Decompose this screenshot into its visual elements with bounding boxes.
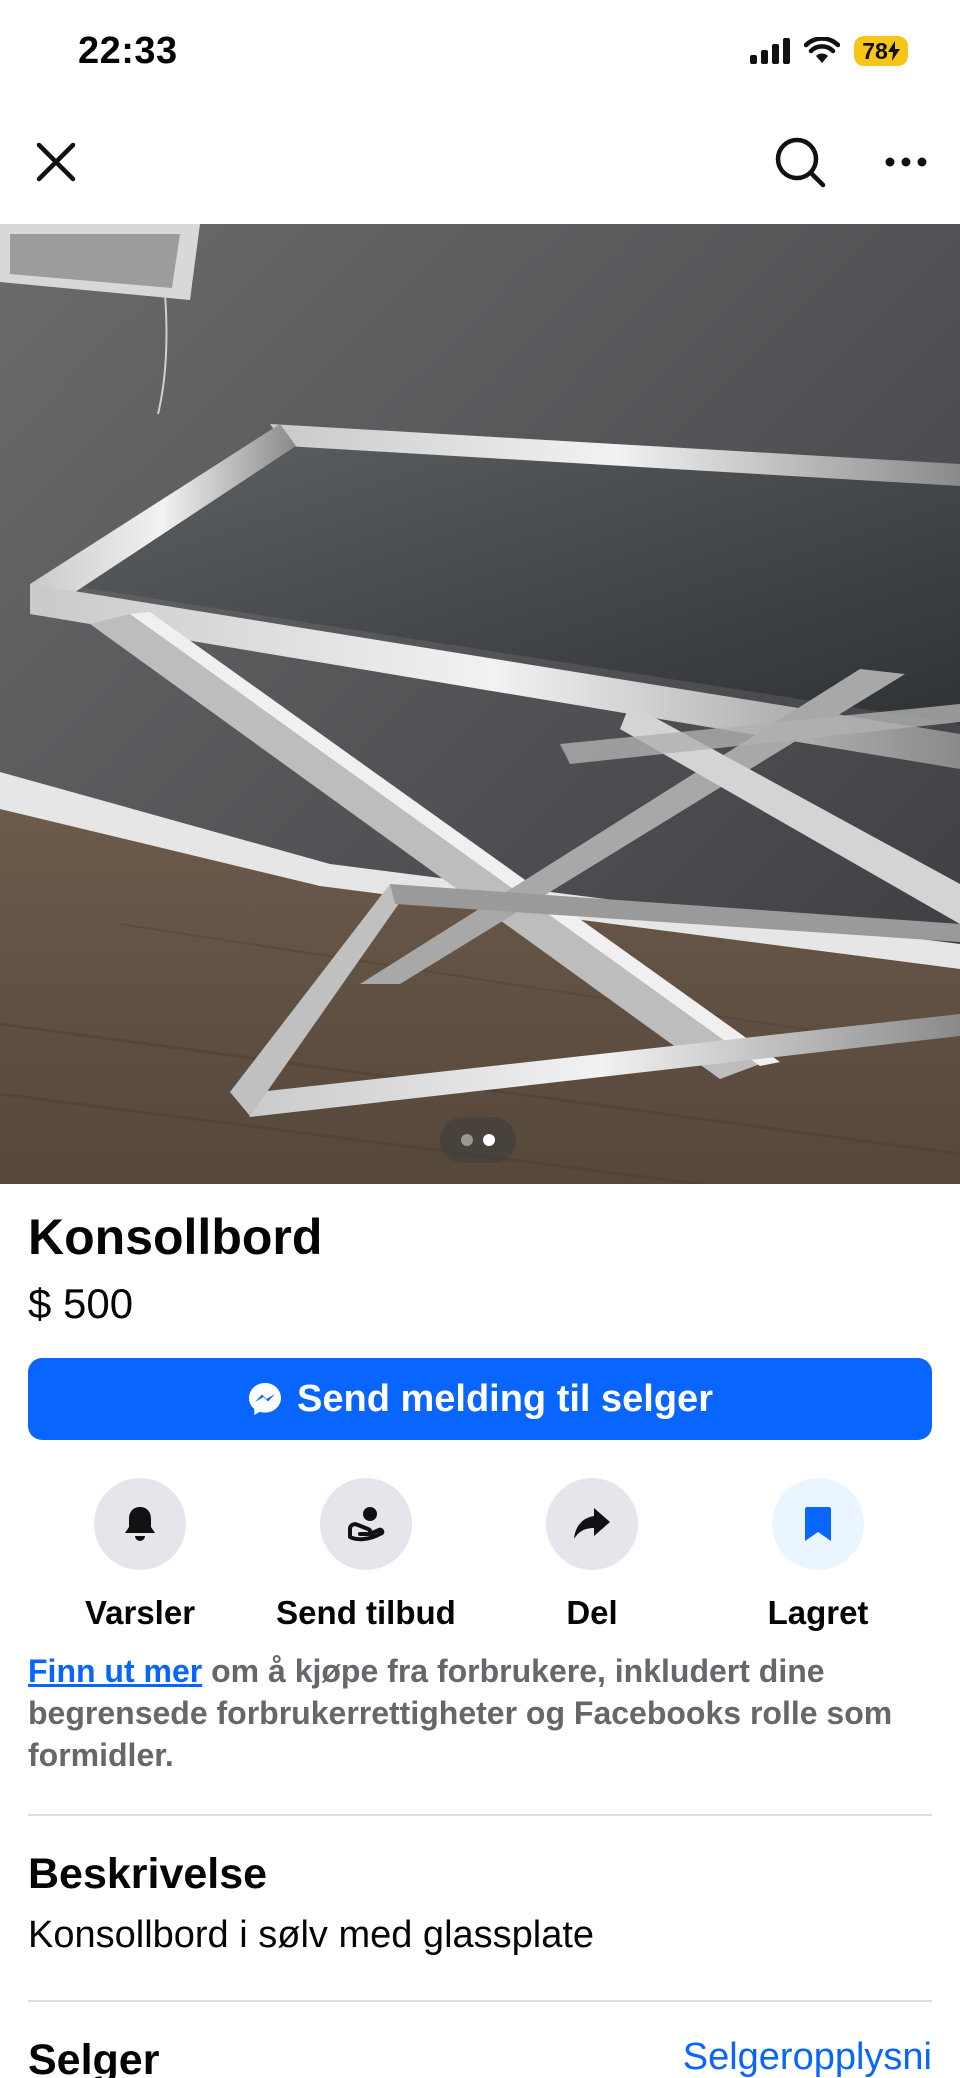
share-circle [546, 1478, 638, 1570]
saved-label: Lagret [767, 1594, 869, 1631]
description-heading: Beskrivelse [28, 1850, 268, 1898]
consumer-info-text: Finn ut mer om å kjøpe fra forbrukere, i… [28, 1650, 928, 1776]
battery-level: 78 [862, 37, 888, 64]
pager-dot [461, 1134, 473, 1146]
divider [28, 1814, 932, 1816]
alerts-button[interactable]: Varsler [30, 1478, 250, 1632]
offer-hand-icon [348, 1507, 385, 1542]
divider [28, 2000, 932, 2002]
wifi-icon [804, 37, 840, 63]
share-button[interactable]: Del [482, 1478, 702, 1632]
alerts-circle [94, 1478, 186, 1570]
battery-indicator: 78 [854, 36, 908, 66]
saved-button[interactable]: Lagret [708, 1478, 928, 1632]
photo-pager [440, 1117, 516, 1163]
search-button[interactable] [770, 132, 830, 192]
status-time: 22:33 [78, 30, 178, 72]
send-message-label: Send melding til selger [297, 1377, 713, 1420]
share-label: Del [566, 1594, 618, 1631]
messenger-icon [249, 1383, 281, 1415]
more-dots-icon [885, 157, 927, 167]
charging-bolt-icon [887, 41, 900, 61]
send-offer-label: Send tilbud [276, 1594, 456, 1631]
description-text: Konsollbord i sølv med glassplate [28, 1914, 595, 1956]
status-bar: 22:33 78 [0, 0, 960, 100]
learn-more-link[interactable]: Finn ut mer [28, 1653, 202, 1689]
send-offer-circle [320, 1478, 412, 1570]
close-icon [36, 142, 76, 182]
bookmark-icon [805, 1507, 831, 1541]
seller-heading: Selger [28, 2036, 160, 2078]
more-options-button[interactable] [876, 132, 936, 192]
search-icon [775, 137, 826, 188]
cellular-signal-icon [750, 38, 790, 64]
listing-photo[interactable] [0, 224, 960, 1184]
seller-info-link[interactable]: Selgeropplysni [683, 2036, 932, 2078]
pager-dot-active [483, 1134, 495, 1146]
share-arrow-icon [574, 1508, 610, 1539]
console-table-photo [0, 224, 960, 1184]
action-row: Varsler Send tilbud Del Lagret [0, 1478, 960, 1631]
listing-title: Konsollbord [28, 1209, 323, 1265]
send-message-button[interactable]: Send melding til selger [28, 1358, 932, 1440]
status-icons: 78 [750, 36, 908, 66]
close-button[interactable] [28, 134, 84, 190]
send-offer-button[interactable]: Send tilbud [256, 1478, 476, 1632]
top-navigation [0, 112, 960, 212]
listing-price: $ 500 [28, 1280, 134, 1327]
alerts-label: Varsler [84, 1594, 196, 1631]
saved-circle [772, 1478, 864, 1570]
bell-icon [125, 1507, 155, 1541]
